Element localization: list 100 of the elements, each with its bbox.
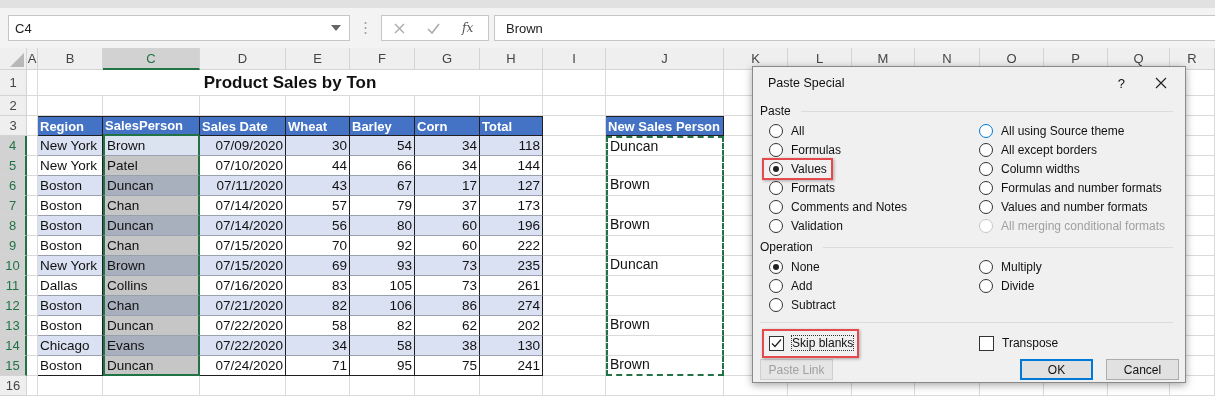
- table-cell: 07/09/2020: [200, 136, 286, 156]
- checkbox-option[interactable]: Transpose: [979, 333, 1059, 353]
- table-cell: Chan: [103, 196, 200, 216]
- table-cell: 241: [480, 356, 543, 376]
- column-heading: New Sales Person: [606, 116, 724, 136]
- row-header[interactable]: 10: [0, 256, 27, 276]
- radio-option[interactable]: All except borders: [979, 140, 1098, 159]
- table-cell: 17: [415, 176, 480, 196]
- row-header[interactable]: 1: [0, 70, 27, 96]
- radio-option[interactable]: Formulas: [769, 140, 841, 159]
- row-header[interactable]: 4: [0, 136, 27, 156]
- row-header[interactable]: 5: [0, 156, 27, 176]
- column-header[interactable]: B: [38, 48, 103, 70]
- table-cell: Duncan: [103, 316, 200, 336]
- caret-icon[interactable]: [331, 25, 341, 31]
- table-cell: 07/14/2020: [200, 216, 286, 236]
- row-header[interactable]: 11: [0, 276, 27, 296]
- radio-option[interactable]: Add: [769, 276, 813, 295]
- row-header[interactable]: 7: [0, 196, 27, 216]
- row-header[interactable]: 9: [0, 236, 27, 256]
- radio-option[interactable]: Formats: [769, 178, 835, 197]
- column-header[interactable]: G: [415, 48, 480, 70]
- row-header[interactable]: 8: [0, 216, 27, 236]
- checkbox-option[interactable]: Skip blanks: [769, 333, 854, 353]
- column-header[interactable]: R: [1170, 48, 1215, 70]
- row-header[interactable]: 6: [0, 176, 27, 196]
- table-cell: 07/15/2020: [200, 256, 286, 276]
- table-cell: Boston: [38, 216, 103, 236]
- checkmark-icon: [771, 337, 782, 349]
- radio-option[interactable]: All using Source theme: [979, 121, 1125, 140]
- table-cell: 127: [480, 176, 543, 196]
- empty-cell: [350, 376, 415, 396]
- table-cell: 80: [350, 216, 415, 236]
- column-header[interactable]: E: [286, 48, 350, 70]
- check-icon[interactable]: [427, 22, 440, 34]
- radio-option[interactable]: All: [769, 121, 805, 140]
- empty-cell: [415, 376, 480, 396]
- ok-button[interactable]: OK: [1020, 359, 1093, 380]
- column-header[interactable]: H: [480, 48, 543, 70]
- row-header[interactable]: 16: [0, 376, 27, 396]
- column-header[interactable]: K: [724, 48, 788, 70]
- table-cell: Brown: [606, 356, 724, 376]
- table-cell: Brown: [606, 316, 724, 336]
- table-cell: 67: [350, 176, 415, 196]
- table-cell: Brown: [606, 176, 724, 196]
- table-cell: Brown: [103, 256, 200, 276]
- row-header[interactable]: 13: [0, 316, 27, 336]
- radio-option[interactable]: Formulas and number formats: [979, 178, 1162, 197]
- table-cell: 196: [480, 216, 543, 236]
- table-cell: 38: [415, 336, 480, 356]
- empty-cell: [27, 236, 38, 256]
- empty-cell: [543, 156, 606, 176]
- insert-function-button[interactable]: fx: [462, 21, 474, 35]
- radio-option[interactable]: None: [769, 257, 820, 276]
- table-cell: 75: [415, 356, 480, 376]
- formula-field[interactable]: Brown: [494, 15, 1215, 41]
- close-icon[interactable]: [1155, 77, 1167, 89]
- empty-cell: [27, 156, 38, 176]
- table-cell: 43: [286, 176, 350, 196]
- row-header[interactable]: 15: [0, 356, 27, 376]
- empty-cell: [38, 376, 103, 396]
- radio-option[interactable]: Subtract: [769, 295, 836, 314]
- radio-option[interactable]: Comments and Notes: [769, 197, 908, 216]
- name-box[interactable]: C4: [8, 15, 350, 41]
- table-cell: 07/24/2020: [200, 356, 286, 376]
- row-header[interactable]: 14: [0, 336, 27, 356]
- radio-option[interactable]: Multiply: [979, 257, 1042, 276]
- table-cell: Boston: [38, 296, 103, 316]
- table-cell: 07/22/2020: [200, 336, 286, 356]
- radio-option[interactable]: Values: [769, 159, 827, 178]
- empty-cell: [27, 316, 38, 336]
- column-header[interactable]: I: [543, 48, 606, 70]
- column-header[interactable]: D: [200, 48, 286, 70]
- column-header[interactable]: C: [103, 48, 200, 70]
- row-header[interactable]: 2: [0, 96, 27, 116]
- table-cell: 07/11/2020: [200, 176, 286, 196]
- row-header[interactable]: 12: [0, 296, 27, 316]
- cancel-button[interactable]: Cancel: [1106, 359, 1179, 380]
- checkbox[interactable]: [979, 335, 994, 351]
- table-cell: 274: [480, 296, 543, 316]
- column-header[interactable]: A: [27, 48, 38, 70]
- row-header[interactable]: 3: [0, 116, 27, 136]
- column-header[interactable]: F: [350, 48, 415, 70]
- table-cell: Chan: [103, 236, 200, 256]
- radio-option[interactable]: Divide: [979, 276, 1035, 295]
- table-cell: 71: [286, 356, 350, 376]
- radio-option[interactable]: Column widths: [979, 159, 1080, 178]
- empty-cell: [27, 96, 38, 116]
- table-cell: Duncan: [103, 216, 200, 236]
- radio-option[interactable]: Validation: [769, 216, 843, 235]
- empty-cell: [27, 196, 38, 216]
- checkbox[interactable]: [769, 335, 784, 351]
- table-cell: 56: [286, 216, 350, 236]
- empty-cell: [543, 236, 606, 256]
- column-header[interactable]: J: [606, 48, 724, 70]
- radio-option[interactable]: Values and number formats: [979, 197, 1148, 216]
- empty-cell: [27, 276, 38, 296]
- section-label: Paste: [760, 104, 791, 118]
- help-button[interactable]: ?: [1117, 75, 1125, 91]
- grip-icon[interactable]: [364, 21, 367, 35]
